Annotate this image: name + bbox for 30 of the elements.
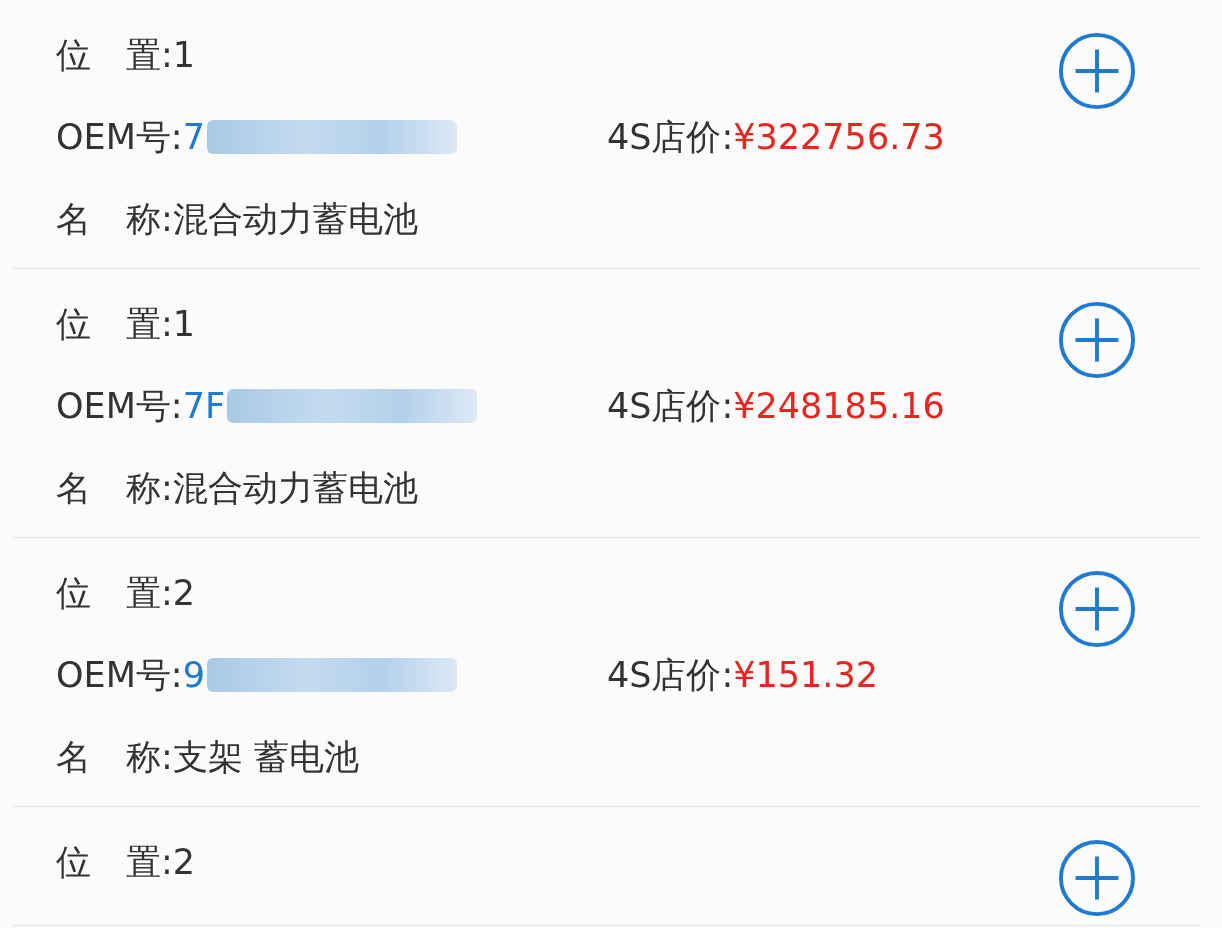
oem-number: 9 <box>182 655 205 695</box>
position-value: 2 <box>172 573 196 613</box>
position-label: 位 置: <box>56 33 173 77</box>
position-label: 位 置: <box>56 840 173 884</box>
price-value: ¥248185.16 <box>733 386 945 426</box>
price-label: 4S店价: <box>607 115 734 159</box>
oem-number: 7F <box>182 386 226 426</box>
position-value: 2 <box>172 842 196 882</box>
add-icon[interactable] <box>1058 301 1136 379</box>
add-icon[interactable] <box>1058 839 1136 917</box>
price-label: 4S店价: <box>607 653 734 697</box>
oem-label: OEM号: <box>56 653 183 697</box>
position-label: 位 置: <box>56 302 173 346</box>
price-label: 4S店价: <box>607 384 734 428</box>
name-label: 名 称: <box>56 466 173 510</box>
add-icon[interactable] <box>1058 32 1136 110</box>
price-value: ¥322756.73 <box>733 117 945 157</box>
position-value: 1 <box>172 304 196 344</box>
position-label: 位 置: <box>56 571 173 615</box>
part-name: 混合动力蓄电池 <box>172 466 418 510</box>
price-value: ¥151.32 <box>733 655 878 695</box>
name-label: 名 称: <box>56 197 173 241</box>
position-value: 1 <box>172 35 196 75</box>
name-label: 名 称: <box>56 735 173 779</box>
oem-label: OEM号: <box>56 384 183 428</box>
add-icon[interactable] <box>1058 570 1136 648</box>
oem-label: OEM号: <box>56 115 183 159</box>
part-name: 混合动力蓄电池 <box>172 197 418 241</box>
part-name: 支架 蓄电池 <box>172 735 359 779</box>
oem-number: 7 <box>182 117 205 157</box>
